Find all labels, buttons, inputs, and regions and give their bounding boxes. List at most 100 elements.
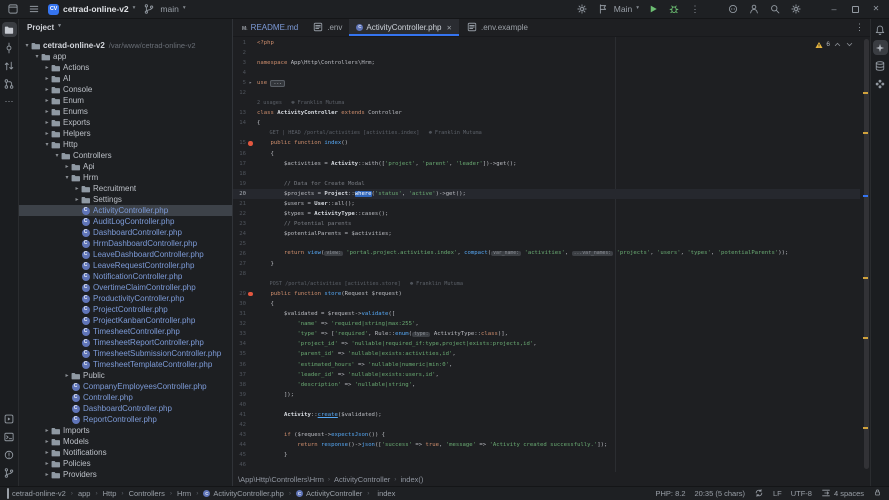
code-line-16[interactable]: 16 { [233, 149, 860, 159]
tree-item-projectcontroller.php[interactable]: C ProjectController.php [19, 304, 232, 315]
tree-chevron-icon[interactable]: ▾ [63, 174, 71, 181]
status-widget-utf-8[interactable]: UTF-8 [791, 489, 812, 498]
minimize-icon[interactable]: – [827, 2, 841, 16]
status-crumb-http[interactable]: Http [103, 489, 117, 498]
code-line-3[interactable]: 3 namespace App\Http\Controllers\Hrm; [233, 58, 860, 68]
tree-item-app[interactable]: ▾ app [19, 51, 232, 62]
code-line-43[interactable]: 43 if ($request->expectsJson()) { [233, 430, 860, 440]
tree-item-providers[interactable]: ▸ Providers [19, 469, 232, 480]
branch-widget[interactable]: main ▾ [142, 2, 186, 16]
main-menu-icon[interactable] [27, 2, 41, 16]
structure-icon[interactable] [2, 58, 17, 73]
tab-activitycontroller.php[interactable]: C ActivityController.php ✕ [349, 19, 459, 36]
code-editor[interactable]: 1 <?php 2 3 namespace App\Http\Controllers\H… [233, 37, 870, 472]
tree-chevron-icon[interactable]: ▸ [43, 97, 51, 104]
app-window-icon[interactable] [6, 2, 20, 16]
status-widget-lf[interactable]: LF [773, 489, 782, 498]
tree-item-hrm[interactable]: ▾ Hrm [19, 172, 232, 183]
tree-item-actions[interactable]: ▸ Actions [19, 62, 232, 73]
tree-item-timesheetreportcontroller.php[interactable]: C TimesheetReportController.php [19, 337, 232, 348]
code-with-me-icon[interactable] [747, 2, 761, 16]
close-icon[interactable]: ✕ [447, 24, 452, 32]
terminal-icon[interactable] [2, 429, 17, 444]
code-line-35[interactable]: 35 'parent_id' => 'nullable|exists:activ… [233, 349, 860, 359]
tree-chevron-icon[interactable]: ▸ [63, 372, 71, 379]
tree-chevron-icon[interactable]: ▸ [63, 163, 71, 170]
pull-requests-icon[interactable] [2, 76, 17, 91]
tree-chevron-icon[interactable]: ▸ [43, 86, 51, 93]
tree-item-dashboardcontroller.php[interactable]: C DashboardController.php [19, 227, 232, 238]
tree-item-models[interactable]: ▸ Models [19, 436, 232, 447]
tree-item-notificationcontroller.php[interactable]: C NotificationController.php [19, 271, 232, 282]
database-icon[interactable] [873, 58, 888, 73]
more-v-icon[interactable]: ⋮ [688, 2, 702, 16]
tree-item-controller.php[interactable]: C Controller.php [19, 392, 232, 403]
warning-stripe-mark[interactable] [863, 277, 868, 279]
tree-item-overtimeclaimcontroller.php[interactable]: C OvertimeClaimController.php [19, 282, 232, 293]
tree-chevron-icon[interactable]: ▾ [23, 42, 31, 49]
code-line-31[interactable]: 31 $validated = $request->validate([ [233, 309, 860, 319]
code-line-12[interactable]: 12 [233, 88, 860, 98]
ai-assistant-icon[interactable] [872, 40, 888, 55]
tab-options-icon[interactable]: ⋮ [855, 19, 870, 36]
code-line-19[interactable]: 19 // Data for Create Modal [233, 179, 860, 189]
tree-item-activitycontroller.php[interactable]: C ActivityController.php [19, 205, 232, 216]
tab-.env.example[interactable]: .env.example [459, 19, 535, 36]
notifications-icon[interactable] [873, 22, 888, 37]
code-line-34[interactable]: 34 'project_id' => 'nullable|required_if… [233, 339, 860, 349]
caret-stripe-mark[interactable] [863, 195, 868, 197]
code-line-30[interactable]: 30 { [233, 299, 860, 309]
code-line-26[interactable]: 26 return view(view: 'portal.project.act… [233, 249, 860, 259]
debug-icon[interactable] [667, 2, 681, 16]
route-gutter-icon[interactable] [246, 141, 255, 146]
tree-chevron-icon[interactable]: ▾ [53, 152, 61, 159]
tree-chevron-icon[interactable]: ▸ [43, 108, 51, 115]
status-widget-php-8.2[interactable]: PHP: 8.2 [655, 489, 685, 498]
version-control-icon[interactable] [2, 465, 17, 480]
code-line-14[interactable]: 14{ [233, 118, 860, 128]
status-crumb-app[interactable]: app [78, 489, 91, 498]
code-line-23[interactable]: 23 // Potential parents [233, 219, 860, 229]
status-crumb-index[interactable]: index [374, 489, 395, 498]
tree-chevron-icon[interactable]: ▸ [73, 185, 81, 192]
code-line-1[interactable]: 1 <?php [233, 38, 860, 48]
tree-item-settings[interactable]: ▸ Settings [19, 194, 232, 205]
tree-chevron-icon[interactable]: ▸ [43, 119, 51, 126]
status-crumb-cetrad-online-v2[interactable]: cetrad-online-v2 [7, 488, 66, 499]
commit-icon[interactable] [2, 40, 17, 55]
services-icon[interactable] [2, 411, 17, 426]
tab-.env[interactable]: .env [305, 19, 349, 36]
tab-readme.md[interactable]: M↓ README.md [235, 19, 305, 36]
breadcrumb-item[interactable]: \App\Http\Controllers\Hrm [238, 475, 324, 484]
tree-item-notifications[interactable]: ▸ Notifications [19, 447, 232, 458]
code-line-5[interactable]: 5 ▸ use ... [233, 78, 860, 88]
tree-item-timesheetcontroller.php[interactable]: C TimesheetController.php [19, 326, 232, 337]
tree-item-recruitment[interactable]: ▸ Recruitment [19, 183, 232, 194]
code-line-46[interactable]: 46 [233, 460, 860, 470]
editor-scrollbar[interactable] [864, 39, 869, 469]
tree-item-reportcontroller.php[interactable]: C ReportController.php [19, 414, 232, 425]
status-crumb-activitycontroller[interactable]: C ActivityController [295, 489, 362, 498]
tree-item-hrmdashboardcontroller.php[interactable]: C HrmDashboardController.php [19, 238, 232, 249]
code-line-32[interactable]: 32 'name' => 'required|string|max:255', [233, 319, 860, 329]
breadcrumb-item[interactable]: index() [400, 475, 423, 484]
warning-stripe-mark[interactable] [863, 427, 868, 429]
chevron-down-icon[interactable]: ▾ [58, 24, 61, 30]
code-line-38[interactable]: 38 'description' => 'nullable|string', [233, 380, 860, 390]
code-line-13[interactable]: 13 class ActivityController extends Contr… [233, 108, 860, 118]
inspection-widget[interactable]: 6 [815, 40, 854, 49]
run-icon[interactable] [646, 2, 660, 16]
code-line-36[interactable]: 36 'estimated_hours' => 'nullable|numeri… [233, 360, 860, 370]
status-widget-20-35-5-chars-[interactable]: 20:35 (5 chars) [695, 489, 745, 498]
code-line-29[interactable]: 29 public function store(Request $reques… [233, 289, 860, 299]
tree-chevron-icon[interactable]: ▸ [43, 460, 51, 467]
project-icon[interactable] [1, 22, 17, 37]
tree-item-leavedashboardcontroller.php[interactable]: C LeaveDashboardController.php [19, 249, 232, 260]
tree-chevron-icon[interactable]: ▾ [43, 141, 51, 148]
code-line-45[interactable]: 45 } [233, 450, 860, 460]
code-line-17[interactable]: 17 $activities = Activity::with(['projec… [233, 159, 860, 169]
tree-item-http[interactable]: ▾ Http [19, 139, 232, 150]
tree-item-timesheettemplatecontroller.php[interactable]: C TimesheetTemplateController.php [19, 359, 232, 370]
code-line-4[interactable]: 4 [233, 68, 860, 78]
status-widget-4-spaces[interactable]: 4 spaces [821, 488, 864, 500]
